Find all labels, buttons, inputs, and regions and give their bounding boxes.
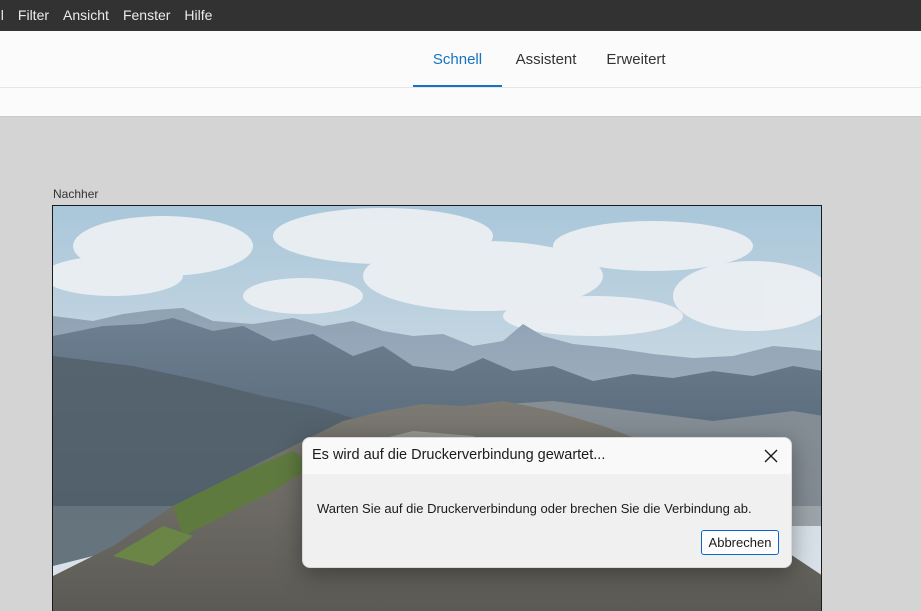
menu-bar: hl Filter Ansicht Fenster Hilfe — [0, 0, 921, 31]
dialog-message: Warten Sie auf die Druckerverbindung ode… — [317, 501, 752, 516]
dialog-title: Es wird auf die Druckerverbindung gewart… — [312, 447, 606, 463]
view-label-nachher: Nachher — [53, 187, 99, 201]
options-bar — [0, 88, 921, 117]
menu-item-ansicht[interactable]: Ansicht — [56, 0, 116, 31]
printer-connection-dialog: Es wird auf die Druckerverbindung gewart… — [302, 437, 792, 568]
menu-item-hilfe[interactable]: Hilfe — [177, 0, 219, 31]
dialog-titlebar: Es wird auf die Druckerverbindung gewart… — [303, 438, 791, 474]
mode-tab-bar: Schnell Assistent Erweitert — [0, 31, 921, 88]
tab-erweitert[interactable]: Erweitert — [596, 31, 676, 87]
menu-item-auswahl[interactable]: hl — [0, 0, 11, 31]
close-icon[interactable] — [761, 446, 781, 466]
menu-item-filter[interactable]: Filter — [11, 0, 56, 31]
tab-assistent[interactable]: Assistent — [507, 31, 585, 87]
menu-item-fenster[interactable]: Fenster — [116, 0, 177, 31]
cancel-button[interactable]: Abbrechen — [701, 530, 779, 555]
tab-schnell[interactable]: Schnell — [413, 31, 502, 87]
